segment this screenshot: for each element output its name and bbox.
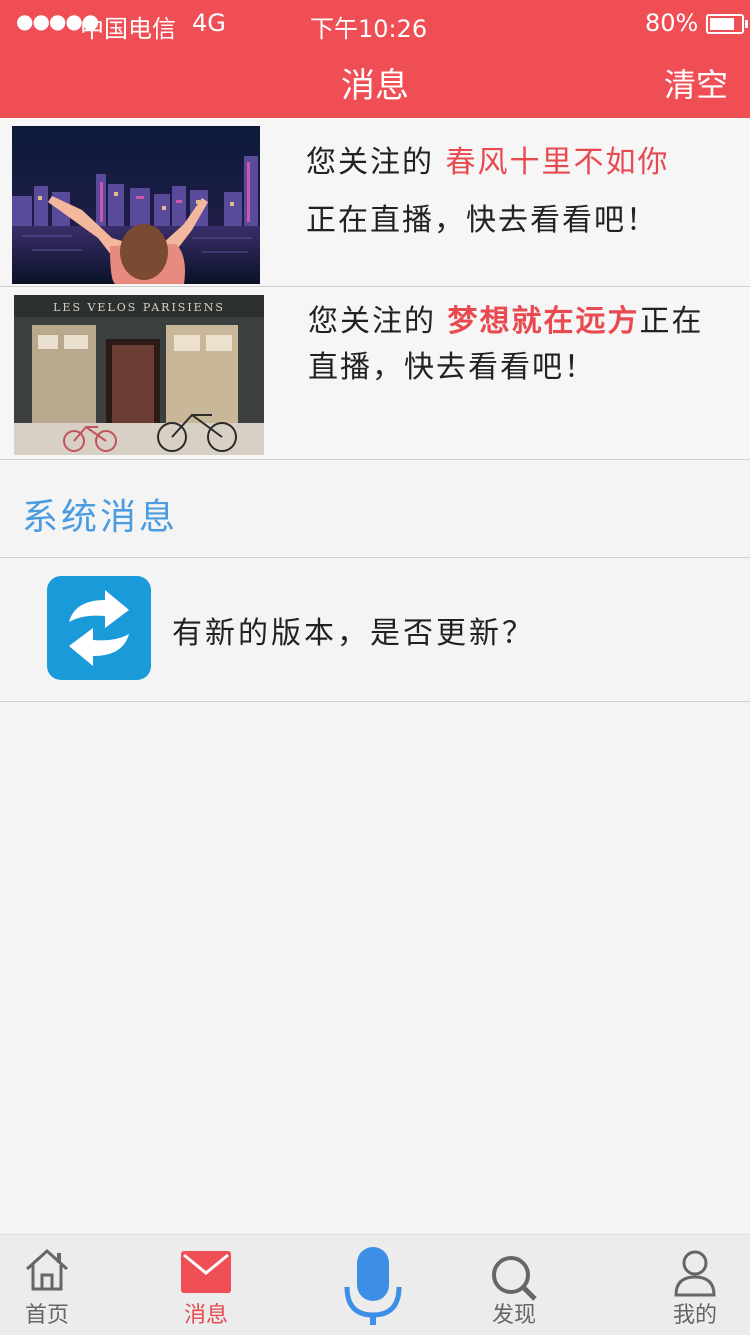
user-icon <box>674 1250 716 1297</box>
system-messages-heading: 系统消息 <box>22 497 179 538</box>
microphone-icon <box>344 1247 402 1325</box>
message-suffix: 正在直播，快去看看吧！ <box>306 203 658 238</box>
tab-label: 发现 <box>491 1303 536 1328</box>
shop-sign: LES VELOS PARISIENS <box>53 301 225 314</box>
update-refresh-icon <box>47 576 151 680</box>
home-icon <box>25 1248 69 1291</box>
status-bar: ●●●●● 中国电信 4G 下午10:26 80% <box>0 0 750 46</box>
message-prefix: 您关注的 <box>306 145 446 180</box>
page-title: 消息 <box>341 66 409 106</box>
bottom-tab-bar: 首页 消息 发现 我的 <box>0 1234 750 1335</box>
tab-label: 消息 <box>183 1303 228 1328</box>
mail-icon <box>181 1251 231 1293</box>
streamer-name[interactable]: 春风十里不如你 <box>446 145 670 180</box>
tab-discover[interactable]: 发现 <box>454 1235 574 1335</box>
streamer-name[interactable]: 梦想就在远方 <box>448 304 640 339</box>
tab-me[interactable]: 我的 <box>635 1235 750 1335</box>
tab-voice[interactable] <box>313 1235 433 1335</box>
update-prompt-text: 有新的版本，是否更新？ <box>172 616 535 651</box>
live-message: 您关注的 春风十里不如你 正在直播，快去看看吧！ <box>306 134 726 250</box>
live-message: 您关注的 梦想就在远方正在直播，快去看看吧！ <box>308 299 708 391</box>
battery-percent: 80% <box>645 9 699 37</box>
tab-messages[interactable]: 消息 <box>146 1235 266 1335</box>
message-prefix: 您关注的 <box>308 304 448 339</box>
live-thumbnail-bike-shop[interactable]: LES VELOS PARISIENS <box>14 295 264 455</box>
live-notification-item[interactable]: 您关注的 春风十里不如你 正在直播，快去看看吧！ <box>0 118 750 287</box>
tab-label: 首页 <box>24 1303 69 1328</box>
status-time: 下午10:26 <box>310 15 428 43</box>
top-header: ●●●●● 中国电信 4G 下午10:26 80% 消息 清空 <box>0 0 750 118</box>
system-update-item[interactable]: 有新的版本，是否更新？ <box>0 558 750 701</box>
search-icon <box>492 1256 537 1301</box>
clear-button[interactable]: 清空 <box>664 60 728 106</box>
tab-label: 我的 <box>672 1303 717 1328</box>
divider <box>0 701 750 702</box>
live-notification-item[interactable]: LES VELOS PARISIENS 您关注的 梦想就在远方正在直播，快去看看… <box>0 287 750 460</box>
network-type: 4G <box>192 9 226 37</box>
battery-icon <box>706 14 748 34</box>
tab-home[interactable]: 首页 <box>0 1235 107 1335</box>
live-thumbnail-cityscape[interactable] <box>12 126 260 284</box>
carrier-name: 中国电信 <box>80 15 176 43</box>
